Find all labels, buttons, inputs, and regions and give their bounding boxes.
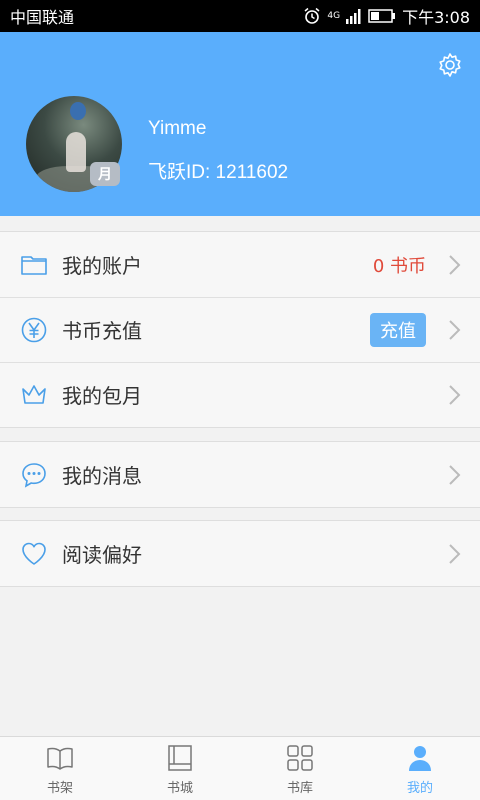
yen-coin-icon (21, 317, 47, 343)
book-icon (168, 745, 192, 771)
avatar[interactable]: 月 (26, 96, 122, 192)
menu-group-account: 我的账户 0 书币 书币充值 充值 我的包月 (0, 231, 480, 428)
nav-tab-bookshelf[interactable]: 书架 (0, 737, 120, 800)
status-icons: 4G 下午3:08 (303, 4, 470, 28)
menu-label-monthly: 我的包月 (62, 384, 142, 408)
menu-label-preferences: 阅读偏好 (62, 543, 142, 567)
battery-icon (368, 9, 396, 23)
crown-icon (22, 385, 46, 404)
user-id: 飞跃ID: 1211602 (148, 162, 289, 183)
nav-tab-library[interactable]: 书库 (240, 737, 360, 800)
chevron-right-icon (449, 465, 461, 485)
menu-group-messages: 我的消息 (0, 441, 480, 508)
menu-item-recharge[interactable]: 书币充值 充值 (0, 297, 480, 362)
profile-header: 月 Yimme 飞跃ID: 1211602 (0, 32, 480, 216)
open-book-icon (47, 747, 73, 770)
menu-label-recharge: 书币充值 (62, 319, 142, 343)
menu-item-account[interactable]: 我的账户 0 书币 (0, 232, 480, 297)
signal-icon (346, 9, 361, 24)
gear-icon[interactable] (437, 52, 463, 78)
status-bar: 中国联通 4G 下午3:08 (0, 0, 480, 32)
menu-label-messages: 我的消息 (62, 464, 142, 488)
folder-icon (21, 256, 47, 275)
nav-tab-mine[interactable]: 我的 (360, 737, 480, 800)
chevron-right-icon (449, 255, 461, 275)
alarm-icon (304, 7, 320, 24)
carrier-label: 中国联通 (10, 8, 75, 27)
nav-label-library: 书库 (286, 781, 313, 796)
menu-label-account: 我的账户 (62, 254, 142, 278)
clock-time: 下午3:08 (402, 8, 470, 27)
nav-label-mine: 我的 (406, 781, 433, 796)
nav-tab-bookstore[interactable]: 书城 (120, 737, 240, 800)
recharge-button[interactable]: 充值 (370, 312, 426, 347)
menu-item-monthly[interactable]: 我的包月 (0, 362, 480, 427)
bottom-nav: 书架 书城 书库 我的 (0, 736, 480, 800)
menu-group-preferences: 阅读偏好 (0, 520, 480, 587)
grid-icon (287, 745, 313, 771)
menu-item-messages[interactable]: 我的消息 (0, 442, 480, 507)
nav-label-bookstore: 书城 (166, 781, 193, 796)
chevron-right-icon (449, 544, 461, 564)
nav-label-bookshelf: 书架 (46, 781, 73, 796)
network-type: 4G (327, 10, 341, 21)
heart-icon (22, 542, 46, 565)
chat-bubble-icon (22, 463, 46, 488)
menu-item-preferences[interactable]: 阅读偏好 (0, 521, 480, 586)
avatar-badge: 月 (90, 162, 120, 186)
chevron-right-icon (449, 385, 461, 405)
username: Yimme (148, 118, 207, 139)
chevron-right-icon (449, 320, 461, 340)
person-icon (409, 746, 431, 771)
coin-balance: 0 书币 (372, 255, 426, 277)
